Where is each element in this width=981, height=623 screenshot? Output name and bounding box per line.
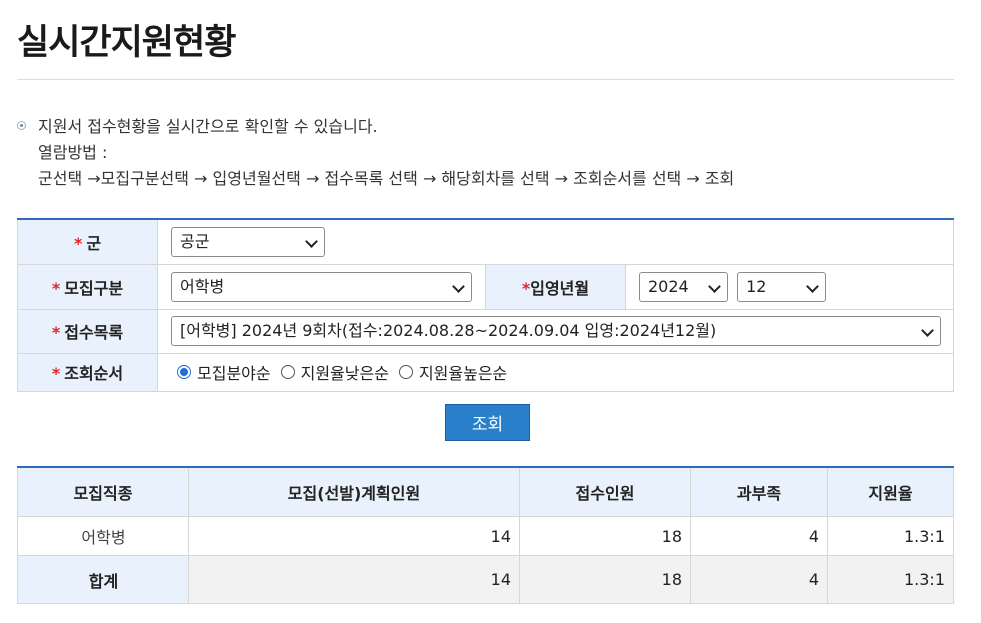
category-label: * 모집구분 [17,263,158,310]
radio-icon [398,365,413,379]
required-mark: * [51,323,61,342]
radio-selected-icon [177,365,191,379]
total-applied: 18 [519,555,691,604]
total-plan: 14 [188,555,520,604]
guide-line-steps: 군선택 →모집구분선택 → 입영년월선택 → 접수목록 선택 → 해당회차를 선… [38,169,735,188]
list-label: * 접수목록 [17,308,158,354]
enlist-month-select[interactable]: 12 [737,271,827,302]
total-diff: 4 [690,555,828,604]
chevron-down-icon [806,279,819,293]
cell-applied: 18 [519,516,691,556]
bullet-icon [17,121,26,130]
required-mark: * [73,233,83,253]
chevron-down-icon [305,234,318,248]
radio-icon [280,365,295,379]
title-divider [17,79,954,80]
order-option-high[interactable]: 지원율높은순 [398,360,507,384]
category-select[interactable]: 어학병 [171,271,472,302]
order-label: * 조회순서 [17,352,158,392]
order-radio-group: 모집분야순 지원율낮은순 지원율높은순 [177,360,953,384]
chevron-down-icon [452,279,465,293]
cell-field: 어학병 [17,516,189,556]
results-table: 모집직종 모집(선발)계획인원 접수인원 과부족 지원율 어학병 14 18 4… [17,466,954,604]
col-header-diff: 과부족 [690,466,828,517]
required-mark: * [521,278,531,298]
table-row: 어학병 14 18 4 1.3:1 [17,516,954,556]
col-header-plan: 모집(선발)계획인원 [188,466,520,517]
page: 실시간지원현황 지원서 접수현황을 실시간으로 확인할 수 있습니다. 열람방법… [0,0,981,623]
order-option-field[interactable]: 모집분야순 [177,360,271,384]
total-row: 합계 14 18 4 1.3:1 [17,555,954,604]
cell-rate: 1.3:1 [827,516,954,556]
search-form: * 군 공군 * 모집구분 어학병 *입영년월 2024 12 * 접수목록 [… [17,218,954,392]
col-header-field: 모집직종 [17,466,189,517]
total-label: 합계 [17,555,189,604]
required-mark: * [51,364,61,383]
branch-select[interactable]: 공군 [171,226,325,257]
enlist-year-select[interactable]: 2024 [639,271,728,302]
search-button[interactable]: 조회 [445,404,530,441]
application-list-select[interactable]: [어학병] 2024년 9회차(접수:2024.08.28~2024.09.04… [171,316,941,346]
order-option-low[interactable]: 지원율낮은순 [280,360,389,384]
guide-line-method: 열람방법 : [38,143,108,162]
cell-diff: 4 [690,516,828,556]
chevron-down-icon [921,324,934,337]
page-title: 실시간지원현황 [17,23,236,63]
branch-label: * 군 [17,218,158,265]
required-mark: * [51,278,61,298]
col-header-rate: 지원율 [827,466,954,517]
total-rate: 1.3:1 [827,555,954,604]
cell-plan: 14 [188,516,520,556]
chevron-down-icon [708,279,721,293]
col-header-applied: 접수인원 [519,466,691,517]
guide-line-intro: 지원서 접수현황을 실시간으로 확인할 수 있습니다. [38,117,378,136]
enlist-label: *입영년월 [485,263,626,310]
guide-text: 지원서 접수현황을 실시간으로 확인할 수 있습니다. 열람방법 : 군선택 →… [17,114,734,192]
